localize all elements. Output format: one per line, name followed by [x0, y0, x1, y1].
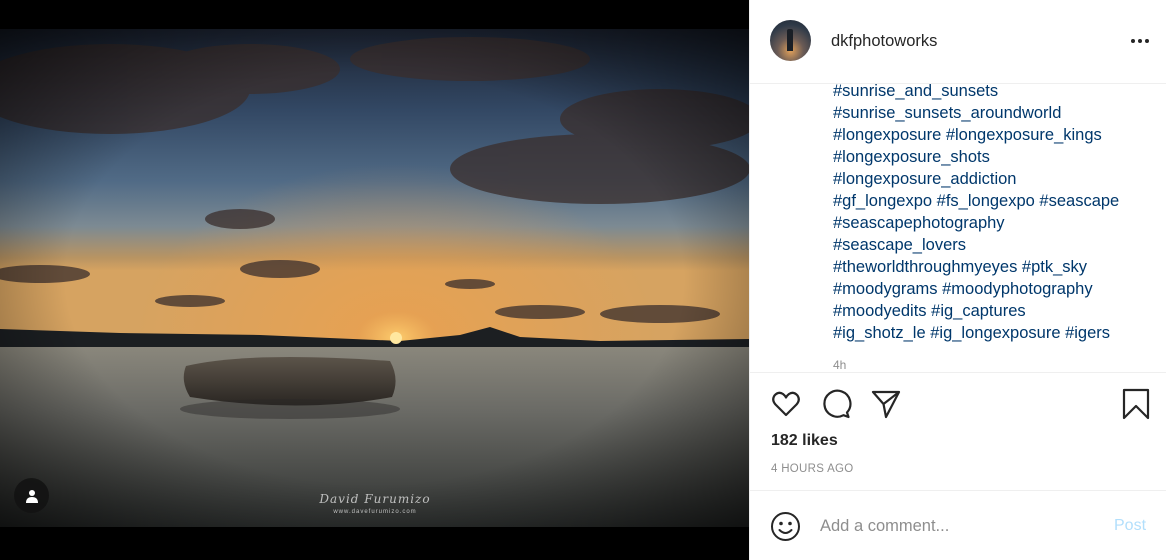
caption-line[interactable]: #sunrise_sunsets_aroundworld: [833, 102, 1153, 124]
comment-bubble-icon[interactable]: [820, 388, 852, 420]
caption-line[interactable]: #gf_longexpo #fs_longexpo #seascape: [833, 190, 1153, 212]
bookmark-icon[interactable]: [1120, 388, 1152, 420]
post-header: dkfphotoworks: [750, 0, 1166, 84]
caption-line[interactable]: #longexposure_shots: [833, 146, 1153, 168]
more-options-icon[interactable]: [1125, 34, 1155, 48]
watermark-signature: David Furumizo: [319, 492, 431, 506]
caption-line[interactable]: #seascape_lovers: [833, 234, 1153, 256]
person-icon: [25, 489, 38, 503]
caption-line[interactable]: #sunrise_and_sunsets: [833, 84, 1153, 102]
post-time: 4 HOURS AGO: [771, 463, 854, 475]
caption-line[interactable]: #ig_shotz_le #ig_longexposure #igers: [833, 322, 1153, 344]
caption-line[interactable]: #seascapephotography: [833, 212, 1153, 234]
photo-watermark: David Furumizo www.davefurumizo.com: [300, 490, 450, 515]
likes-count[interactable]: 182 likes: [771, 432, 838, 450]
post-comment-button[interactable]: Post: [1114, 517, 1146, 535]
avatar-figure: [787, 29, 793, 51]
paper-plane-icon[interactable]: [870, 388, 902, 420]
username[interactable]: dkfphotoworks: [831, 32, 937, 51]
add-comment-bar: Post: [750, 490, 1166, 560]
post-actions-bar: 182 likes 4 HOURS AGO: [750, 372, 1166, 490]
caption-line[interactable]: #longexposure_addiction: [833, 168, 1153, 190]
caption-line[interactable]: #theworldthroughmyeyes #ptk_sky: [833, 256, 1153, 278]
caption-line[interactable]: #moodyedits #ig_captures: [833, 300, 1153, 322]
emoji-icon[interactable]: [770, 511, 801, 542]
comment-input[interactable]: [820, 513, 1100, 539]
user-tag-button[interactable]: [14, 478, 49, 513]
post-side-pane: dkfphotoworks #sunrise_and_sunsets #sunr…: [749, 0, 1166, 560]
caption-line[interactable]: #moodygrams #moodyphotography: [833, 278, 1153, 300]
watermark-url: www.davefurumizo.com: [333, 509, 417, 515]
post-photo[interactable]: [0, 29, 749, 527]
heart-icon[interactable]: [770, 388, 802, 420]
avatar[interactable]: [770, 20, 811, 61]
photo-pane: David Furumizo www.davefurumizo.com: [0, 0, 749, 560]
caption-timestamp[interactable]: 4h: [833, 358, 846, 372]
comments-area[interactable]: #sunrise_and_sunsets #sunrise_sunsets_ar…: [750, 84, 1166, 372]
post-caption: #sunrise_and_sunsets #sunrise_sunsets_ar…: [833, 84, 1153, 344]
caption-line[interactable]: #longexposure #longexposure_kings: [833, 124, 1153, 146]
